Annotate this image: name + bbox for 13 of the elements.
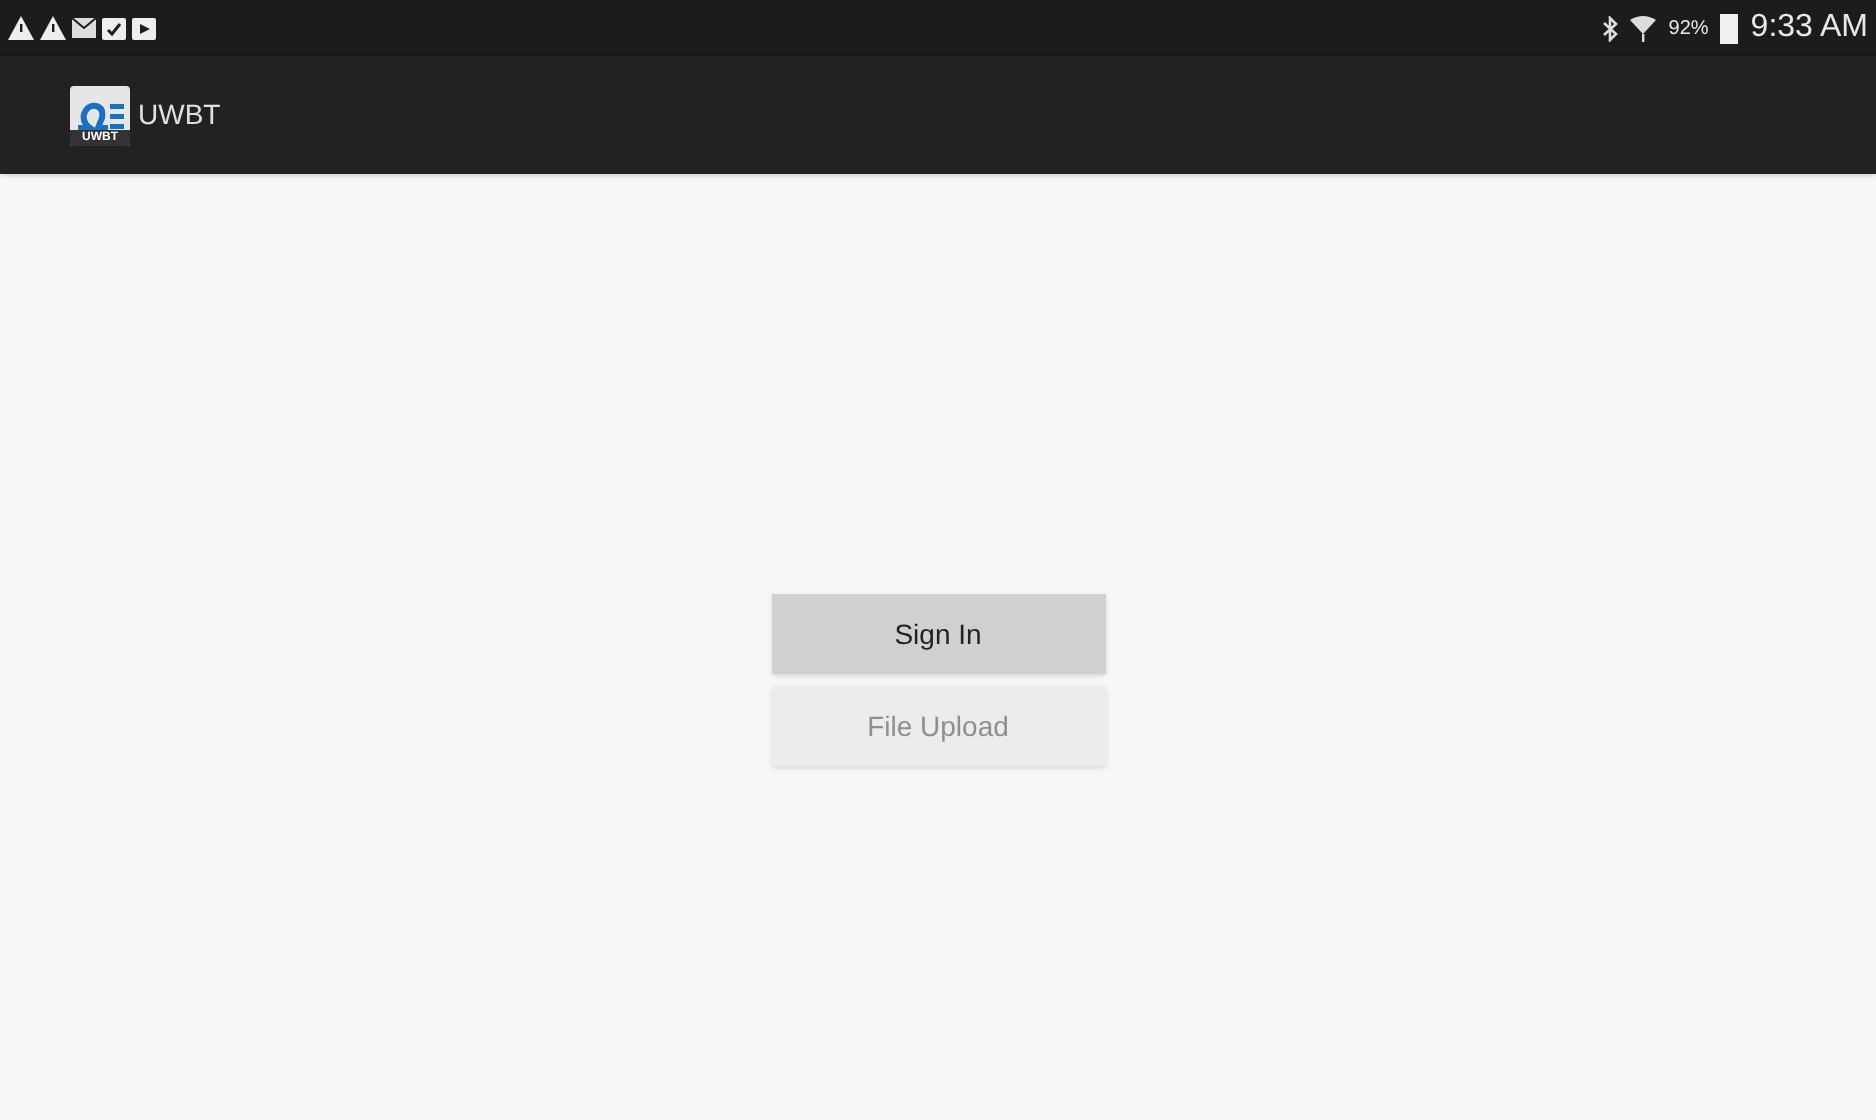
action-button[interactable]: Sign In [771,594,1105,674]
check-icon [102,17,126,39]
bluetooth-icon [1602,15,1619,41]
clock-time: 9:33 AM [1750,8,1868,48]
wifi-icon [1630,15,1657,41]
app-title: UWBT [138,96,221,134]
omega-icon [74,101,126,129]
play-icon [132,17,156,39]
battery-icon [1720,13,1739,43]
mail-icon [72,18,96,38]
warning-icon [40,16,66,40]
battery-percent: 92% [1668,15,1709,43]
warning-icon [8,16,34,40]
